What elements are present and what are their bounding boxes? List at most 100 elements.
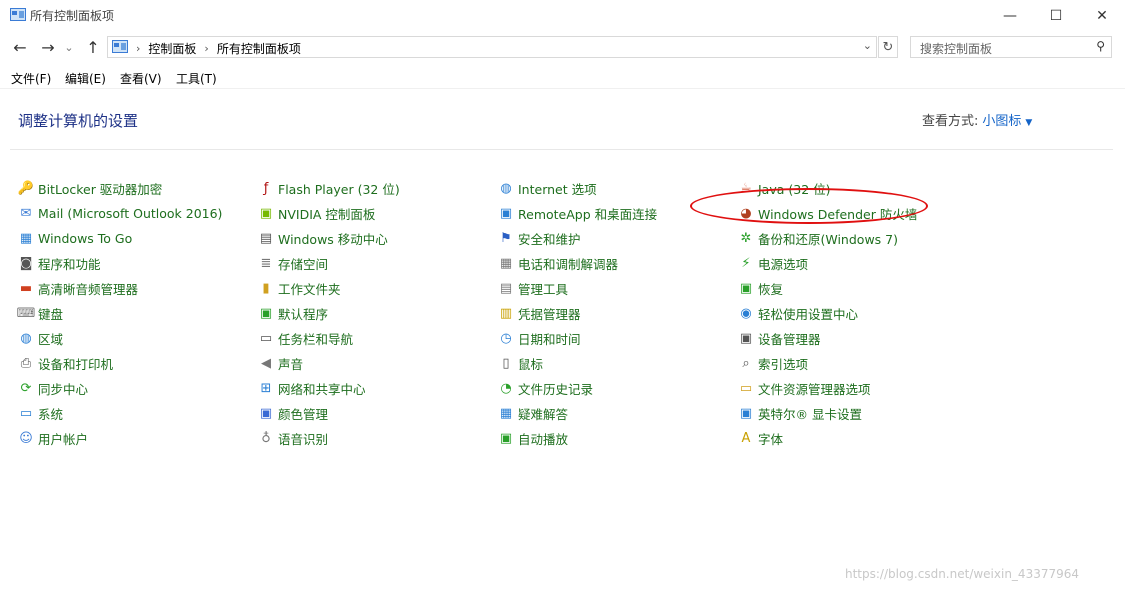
control-panel-item-label[interactable]: 日期和时间 [518, 329, 581, 348]
control-panel-item[interactable]: ▣ 英特尔® 显卡设置 [738, 401, 917, 426]
control-panel-item[interactable]: ▬ 高清晰音频管理器 [18, 276, 222, 301]
control-panel-item[interactable]: ≣ 存储空间 [258, 251, 400, 276]
control-panel-item[interactable]: ƒ Flash Player (32 位) [258, 176, 400, 201]
control-panel-item-label[interactable]: 存储空间 [278, 254, 328, 273]
control-panel-item-label[interactable]: 颜色管理 [278, 404, 328, 423]
control-panel-item-label[interactable]: 文件历史记录 [518, 379, 593, 398]
control-panel-item[interactable]: ◍ Internet 选项 [498, 176, 657, 201]
search-icon[interactable]: ⚲ [1096, 39, 1105, 53]
view-by-dropdown[interactable]: 小图标 [982, 114, 1021, 129]
control-panel-item[interactable]: ▥ 凭据管理器 [498, 301, 657, 326]
control-panel-item-label[interactable]: 语音识别 [278, 429, 328, 448]
control-panel-item[interactable]: ▣ 颜色管理 [258, 401, 400, 426]
control-panel-item-label[interactable]: Internet 选项 [518, 179, 597, 198]
control-panel-item[interactable]: ⟳ 同步中心 [18, 376, 222, 401]
control-panel-item[interactable]: ▦ Windows To Go [18, 226, 222, 251]
control-panel-item[interactable]: ◙ 程序和功能 [18, 251, 222, 276]
control-panel-item-label[interactable]: 恢复 [758, 279, 783, 298]
address-dropdown-chevron-icon[interactable]: ⌄ [863, 39, 872, 52]
control-panel-item[interactable]: ⚡ 电源选项 [738, 251, 917, 276]
menu-file[interactable]: 文件(F) [11, 70, 51, 87]
control-panel-item-label[interactable]: Flash Player (32 位) [278, 179, 400, 198]
control-panel-item[interactable]: ▮ 工作文件夹 [258, 276, 400, 301]
control-panel-item[interactable]: ◀ 声音 [258, 351, 400, 376]
recent-locations-chevron-icon[interactable]: ⌄ [62, 37, 76, 57]
control-panel-item[interactable]: ▣ 自动播放 [498, 426, 657, 451]
control-panel-item-label[interactable]: NVIDIA 控制面板 [278, 204, 375, 223]
menu-edit[interactable]: 编辑(E) [65, 70, 106, 87]
control-panel-item-label[interactable]: 索引选项 [758, 354, 808, 373]
control-panel-item[interactable]: ⊞ 网络和共享中心 [258, 376, 400, 401]
control-panel-item-label[interactable]: 设备管理器 [758, 329, 821, 348]
control-panel-item-label[interactable]: Windows 移动中心 [278, 229, 388, 248]
control-panel-item-label[interactable]: 管理工具 [518, 279, 568, 298]
control-panel-item[interactable]: ◷ 日期和时间 [498, 326, 657, 351]
control-panel-item[interactable]: ⌨ 键盘 [17, 301, 222, 326]
control-panel-item[interactable]: ◍ 区域 [18, 326, 222, 351]
control-panel-item[interactable]: ♁ 语音识别 [258, 426, 400, 451]
control-panel-item-label[interactable]: 设备和打印机 [38, 354, 113, 373]
control-panel-item-label[interactable]: 电话和调制解调器 [518, 254, 618, 273]
control-panel-item[interactable]: ▣ 设备管理器 [738, 326, 917, 351]
control-panel-item-label[interactable]: 任务栏和导航 [278, 329, 353, 348]
back-arrow-icon[interactable]: ← [10, 37, 30, 57]
control-panel-item[interactable]: ▭ 任务栏和导航 [258, 326, 400, 351]
control-panel-item[interactable]: ⌕ 索引选项 [738, 351, 917, 376]
control-panel-item[interactable]: ▣ 默认程序 [258, 301, 400, 326]
control-panel-item-label[interactable]: 电源选项 [758, 254, 808, 273]
control-panel-item-label[interactable]: 轻松使用设置中心 [758, 304, 858, 323]
control-panel-item-label[interactable]: 安全和维护 [518, 229, 581, 248]
control-panel-item[interactable]: ▯ 鼠标 [498, 351, 657, 376]
control-panel-item-label[interactable]: 英特尔® 显卡设置 [758, 404, 862, 423]
control-panel-item[interactable]: ☺ 用户帐户 [18, 426, 222, 451]
breadcrumb-item-all-items[interactable]: 所有控制面板项 [217, 40, 301, 57]
control-panel-item-label[interactable]: 鼠标 [518, 354, 543, 373]
control-panel-item-label[interactable]: 声音 [278, 354, 303, 373]
control-panel-item-label[interactable]: 凭据管理器 [518, 304, 581, 323]
control-panel-item-label[interactable]: Mail (Microsoft Outlook 2016) [38, 206, 222, 221]
forward-arrow-icon[interactable]: → [38, 37, 58, 57]
view-by-dropdown-arrow-icon[interactable]: ▼ [1025, 118, 1032, 128]
control-panel-item-label[interactable]: 系统 [38, 404, 63, 423]
control-panel-item[interactable]: ▣ NVIDIA 控制面板 [258, 201, 400, 226]
control-panel-item-label[interactable]: 高清晰音频管理器 [38, 279, 138, 298]
control-panel-item-label[interactable]: 默认程序 [278, 304, 328, 323]
control-panel-item[interactable]: ⚑ 安全和维护 [498, 226, 657, 251]
control-panel-item-label[interactable]: 程序和功能 [38, 254, 101, 273]
control-panel-item-label[interactable]: BitLocker 驱动器加密 [38, 179, 162, 198]
control-panel-item[interactable]: 🔑 BitLocker 驱动器加密 [18, 176, 222, 201]
refresh-icon[interactable]: ↻ [878, 36, 898, 58]
control-panel-item[interactable]: ▤ 管理工具 [498, 276, 657, 301]
up-arrow-icon[interactable]: ↑ [83, 37, 103, 57]
control-panel-item-label[interactable]: 同步中心 [38, 379, 88, 398]
control-panel-item[interactable]: ✉ Mail (Microsoft Outlook 2016) [18, 201, 223, 226]
control-panel-item[interactable]: ▦ 疑难解答 [498, 401, 657, 426]
control-panel-item[interactable]: ✲ 备份和还原(Windows 7) [738, 226, 917, 251]
control-panel-item[interactable]: ◔ 文件历史记录 [498, 376, 657, 401]
menu-tools[interactable]: 工具(T) [176, 70, 217, 87]
control-panel-item[interactable]: ▣ 恢复 [738, 276, 917, 301]
control-panel-item[interactable]: ▭ 文件资源管理器选项 [738, 376, 917, 401]
search-input[interactable]: 搜索控制面板 ⚲ [910, 36, 1112, 58]
control-panel-item-label[interactable]: 区域 [38, 329, 63, 348]
control-panel-item[interactable]: A 字体 [738, 426, 917, 451]
control-panel-item-label[interactable]: 工作文件夹 [278, 279, 341, 298]
control-panel-item[interactable]: ◉ 轻松使用设置中心 [738, 301, 917, 326]
control-panel-item-label[interactable]: 网络和共享中心 [278, 379, 366, 398]
control-panel-item-label[interactable]: 自动播放 [518, 429, 568, 448]
breadcrumb-item-control-panel[interactable]: 控制面板 [148, 40, 196, 57]
control-panel-item-label[interactable]: 用户帐户 [38, 429, 88, 448]
control-panel-item-label[interactable]: 文件资源管理器选项 [758, 379, 871, 398]
control-panel-item[interactable]: ▦ 电话和调制解调器 [498, 251, 657, 276]
control-panel-item[interactable]: ⎙ 设备和打印机 [18, 351, 222, 376]
control-panel-item[interactable]: ▣ RemoteApp 和桌面连接 [498, 201, 657, 226]
control-panel-item-label[interactable]: 疑难解答 [518, 404, 568, 423]
close-button[interactable]: ✕ [1079, 0, 1125, 31]
control-panel-item[interactable]: ▭ 系统 [18, 401, 222, 426]
maximize-button[interactable]: ☐ [1033, 0, 1079, 31]
control-panel-item-label[interactable]: RemoteApp 和桌面连接 [518, 204, 657, 223]
control-panel-item-label[interactable]: Windows To Go [38, 231, 132, 246]
control-panel-item[interactable]: ▤ Windows 移动中心 [258, 226, 400, 251]
control-panel-item-label[interactable]: 键盘 [38, 304, 63, 323]
menu-view[interactable]: 查看(V) [120, 70, 162, 87]
